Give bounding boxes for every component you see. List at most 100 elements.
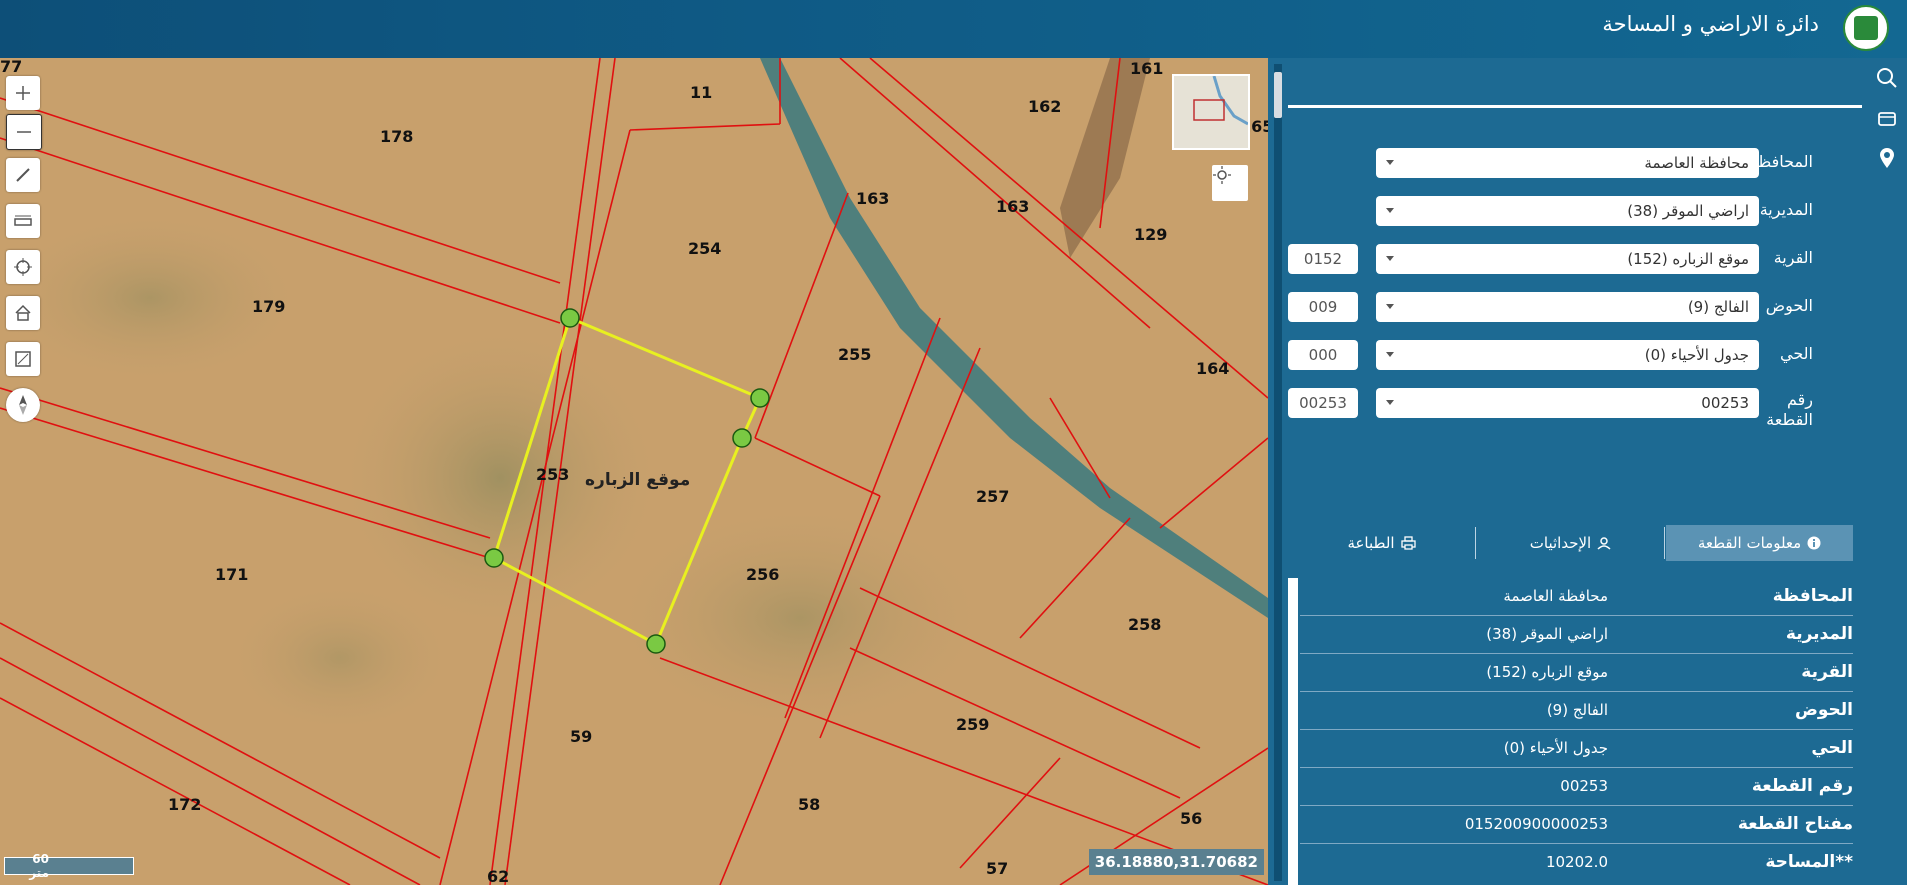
neighborhood-select[interactable]: جدول الأحياء (0): [1376, 340, 1759, 370]
compass-icon: [19, 395, 27, 415]
form-row-directorate: المديرية اراضي الموقر (38): [1270, 196, 1867, 236]
scroll-thumb[interactable]: [1274, 72, 1282, 118]
map-view[interactable]: موقع الزباره 77 11 178 179 171 172 59 58…: [0, 58, 1268, 885]
info-value: 00253: [1560, 777, 1608, 795]
governorate-select[interactable]: محافظة العاصمة: [1376, 148, 1759, 178]
chevron-down-icon: [1386, 304, 1394, 309]
parcel-label: 256: [746, 565, 779, 584]
basemap-toggle-button[interactable]: [1212, 165, 1248, 201]
chevron-down-icon: [1386, 208, 1394, 213]
card-rail-button[interactable]: [1867, 98, 1907, 138]
village-code-input[interactable]: 0152: [1288, 244, 1358, 274]
scale-bar: 60 متر: [4, 852, 134, 880]
measure-tool-button[interactable]: [6, 204, 40, 238]
parcel-code-input[interactable]: 00253: [1288, 388, 1358, 418]
terrain-shade: [600, 498, 1000, 738]
village-select[interactable]: موقع الزباره (152): [1376, 244, 1759, 274]
info-row: مفتاح القطعة 015200900000253: [1300, 806, 1853, 844]
tab-parcel-info[interactable]: معلومات القطعة: [1666, 525, 1853, 561]
map-canvas[interactable]: موقع الزباره 77 11 178 179 171 172 59 58…: [0, 58, 1268, 885]
select-value: محافظة العاصمة: [1644, 154, 1749, 172]
north-arrow-button[interactable]: [6, 388, 40, 422]
parcel-label: 11: [690, 83, 712, 102]
select-value: جدول الأحياء (0): [1644, 346, 1749, 364]
parcel-label: 129: [1134, 225, 1167, 244]
info-value: 015200900000253: [1464, 815, 1608, 833]
parcel-label: 179: [252, 297, 285, 316]
basin-code-input[interactable]: 009: [1288, 292, 1358, 322]
crosshair-icon: [14, 258, 32, 276]
zoom-in-button[interactable]: [6, 76, 40, 110]
locate-button[interactable]: [6, 250, 40, 284]
parcel-label: 163: [996, 197, 1029, 216]
tab-label: الطباعة: [1347, 534, 1395, 552]
parcel-label: 259: [956, 715, 989, 734]
info-value: 10202.0: [1545, 853, 1608, 871]
info-row: الحي جدول الأحياء (0): [1300, 730, 1853, 768]
home-button[interactable]: [6, 296, 40, 330]
info-key: **المساحة: [1765, 852, 1853, 872]
info-row: الحوض الفالج (9): [1300, 692, 1853, 730]
parcel-label: 62: [487, 867, 509, 885]
parcel-select[interactable]: 00253: [1376, 388, 1759, 418]
select-value: الفالج (9): [1687, 298, 1749, 316]
form-row-parcel: رقم القطعة 00253 00253: [1270, 388, 1867, 429]
app-title: دائرة الاراضي و المساحة: [1602, 12, 1819, 36]
info-value: موقع الزباره (152): [1486, 663, 1608, 681]
sun-icon: [1213, 166, 1231, 184]
form-row-basin: الحوض الفالج (9) 009: [1270, 292, 1867, 332]
zoom-out-button[interactable]: [6, 114, 42, 150]
info-value: جدول الأحياء (0): [1503, 739, 1608, 757]
search-icon: [1877, 68, 1897, 88]
info-row: المديرية اراضي الموقر (38): [1300, 616, 1853, 654]
parcel-label: 58: [798, 795, 820, 814]
coordinate-readout: 36.18880,31.70682: [1088, 849, 1264, 875]
info-key: المديرية: [1785, 624, 1853, 644]
vertex-marker: [560, 308, 580, 328]
neighborhood-code-input[interactable]: 000: [1288, 340, 1358, 370]
parcel-label: 172: [168, 795, 201, 814]
info-scrollbar[interactable]: [1288, 578, 1298, 885]
parcel-label: 178: [380, 127, 413, 146]
logo: [1843, 5, 1889, 51]
overview-map[interactable]: [1172, 74, 1250, 150]
info-value: محافظة العاصمة: [1503, 587, 1608, 605]
location-pin-icon: [1880, 148, 1894, 168]
parcel-label: 57: [986, 859, 1008, 878]
panel-divider: [1288, 105, 1862, 108]
location-rail-button[interactable]: [1867, 138, 1907, 178]
printer-icon: [1400, 536, 1416, 550]
overview-map-image: [1174, 76, 1248, 148]
parcel-label: 56: [1180, 809, 1202, 828]
form-row-governorate: المحافظة محافظة العاصمة: [1270, 148, 1867, 188]
parcel-label: 257: [976, 487, 1009, 506]
terrain-shade: [220, 578, 460, 738]
chevron-down-icon: [1386, 256, 1394, 261]
tab-print[interactable]: الطباعة: [1288, 525, 1475, 561]
parcel-label: 253: [536, 465, 569, 484]
pencil-icon: [16, 168, 30, 182]
info-icon: [1807, 536, 1821, 550]
basin-select[interactable]: الفالج (9): [1376, 292, 1759, 322]
select-value: موقع الزباره (152): [1627, 250, 1749, 268]
directorate-select[interactable]: اراضي الموقر (38): [1376, 196, 1759, 226]
info-tabs: معلومات القطعة الإحداثيات الطباعة: [1288, 525, 1853, 561]
area-measure-button[interactable]: [6, 342, 40, 376]
plus-icon: [16, 86, 30, 100]
search-panel: المحافظة محافظة العاصمة المديرية اراضي ا…: [1270, 58, 1867, 885]
vertex-marker: [484, 548, 504, 568]
tab-coordinates[interactable]: الإحداثيات: [1477, 525, 1664, 561]
search-rail-button[interactable]: [1867, 58, 1907, 98]
select-value: اراضي الموقر (38): [1627, 202, 1749, 220]
parcel-label: 258: [1128, 615, 1161, 634]
info-key: الحوض: [1795, 700, 1853, 720]
chevron-down-icon: [1386, 352, 1394, 357]
info-row: المحافظة محافظة العاصمة: [1300, 578, 1853, 616]
info-key: القرية: [1801, 662, 1853, 682]
form-row-village: القرية موقع الزباره (152) 0152: [1270, 244, 1867, 284]
vertex-marker: [732, 428, 752, 448]
scroll-thumb[interactable]: [1288, 578, 1298, 798]
info-row: القرية موقع الزباره (152): [1300, 654, 1853, 692]
draw-tool-button[interactable]: [6, 158, 40, 192]
info-value: اراضي الموقر (38): [1486, 625, 1608, 643]
